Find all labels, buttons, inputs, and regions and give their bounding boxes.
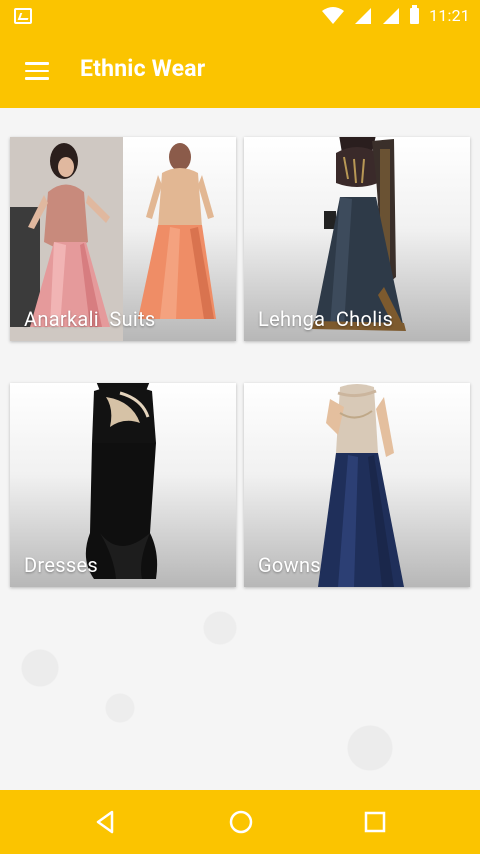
status-icons: 11:21 — [322, 4, 470, 25]
category-tile-lehnga-cholis[interactable]: Lehnga Cholis — [244, 137, 470, 341]
category-grid-screen: Anarkali Suits Lehnga Cholis Dresses Gow… — [0, 108, 480, 790]
battery-icon — [410, 4, 420, 24]
hamburger-menu-icon[interactable] — [25, 62, 49, 80]
category-tile-gowns[interactable]: Gowns — [244, 383, 470, 587]
system-navigation-bar — [0, 790, 480, 854]
category-tile-dresses[interactable]: Dresses — [10, 383, 236, 587]
nav-home-icon[interactable] — [227, 808, 255, 836]
nav-recents-icon[interactable] — [361, 808, 389, 836]
category-label: Gowns — [258, 553, 321, 577]
category-label: Lehnga Cholis — [258, 307, 394, 331]
status-bar: 11:21 — [0, 0, 480, 34]
app-toolbar: Ethnic Wear — [0, 34, 480, 108]
category-tile-anarkali-suits[interactable]: Anarkali Suits — [10, 137, 236, 341]
wifi-icon — [322, 6, 345, 24]
gallery-notification-icon — [14, 8, 32, 24]
category-label: Anarkali Suits — [24, 307, 156, 331]
signal-icon-2 — [383, 7, 400, 24]
category-label: Dresses — [24, 553, 98, 577]
signal-icon — [355, 7, 372, 24]
nav-back-icon[interactable] — [92, 808, 120, 836]
status-time: 11:21 — [429, 6, 470, 25]
toolbar-title: Ethnic Wear — [80, 55, 206, 82]
